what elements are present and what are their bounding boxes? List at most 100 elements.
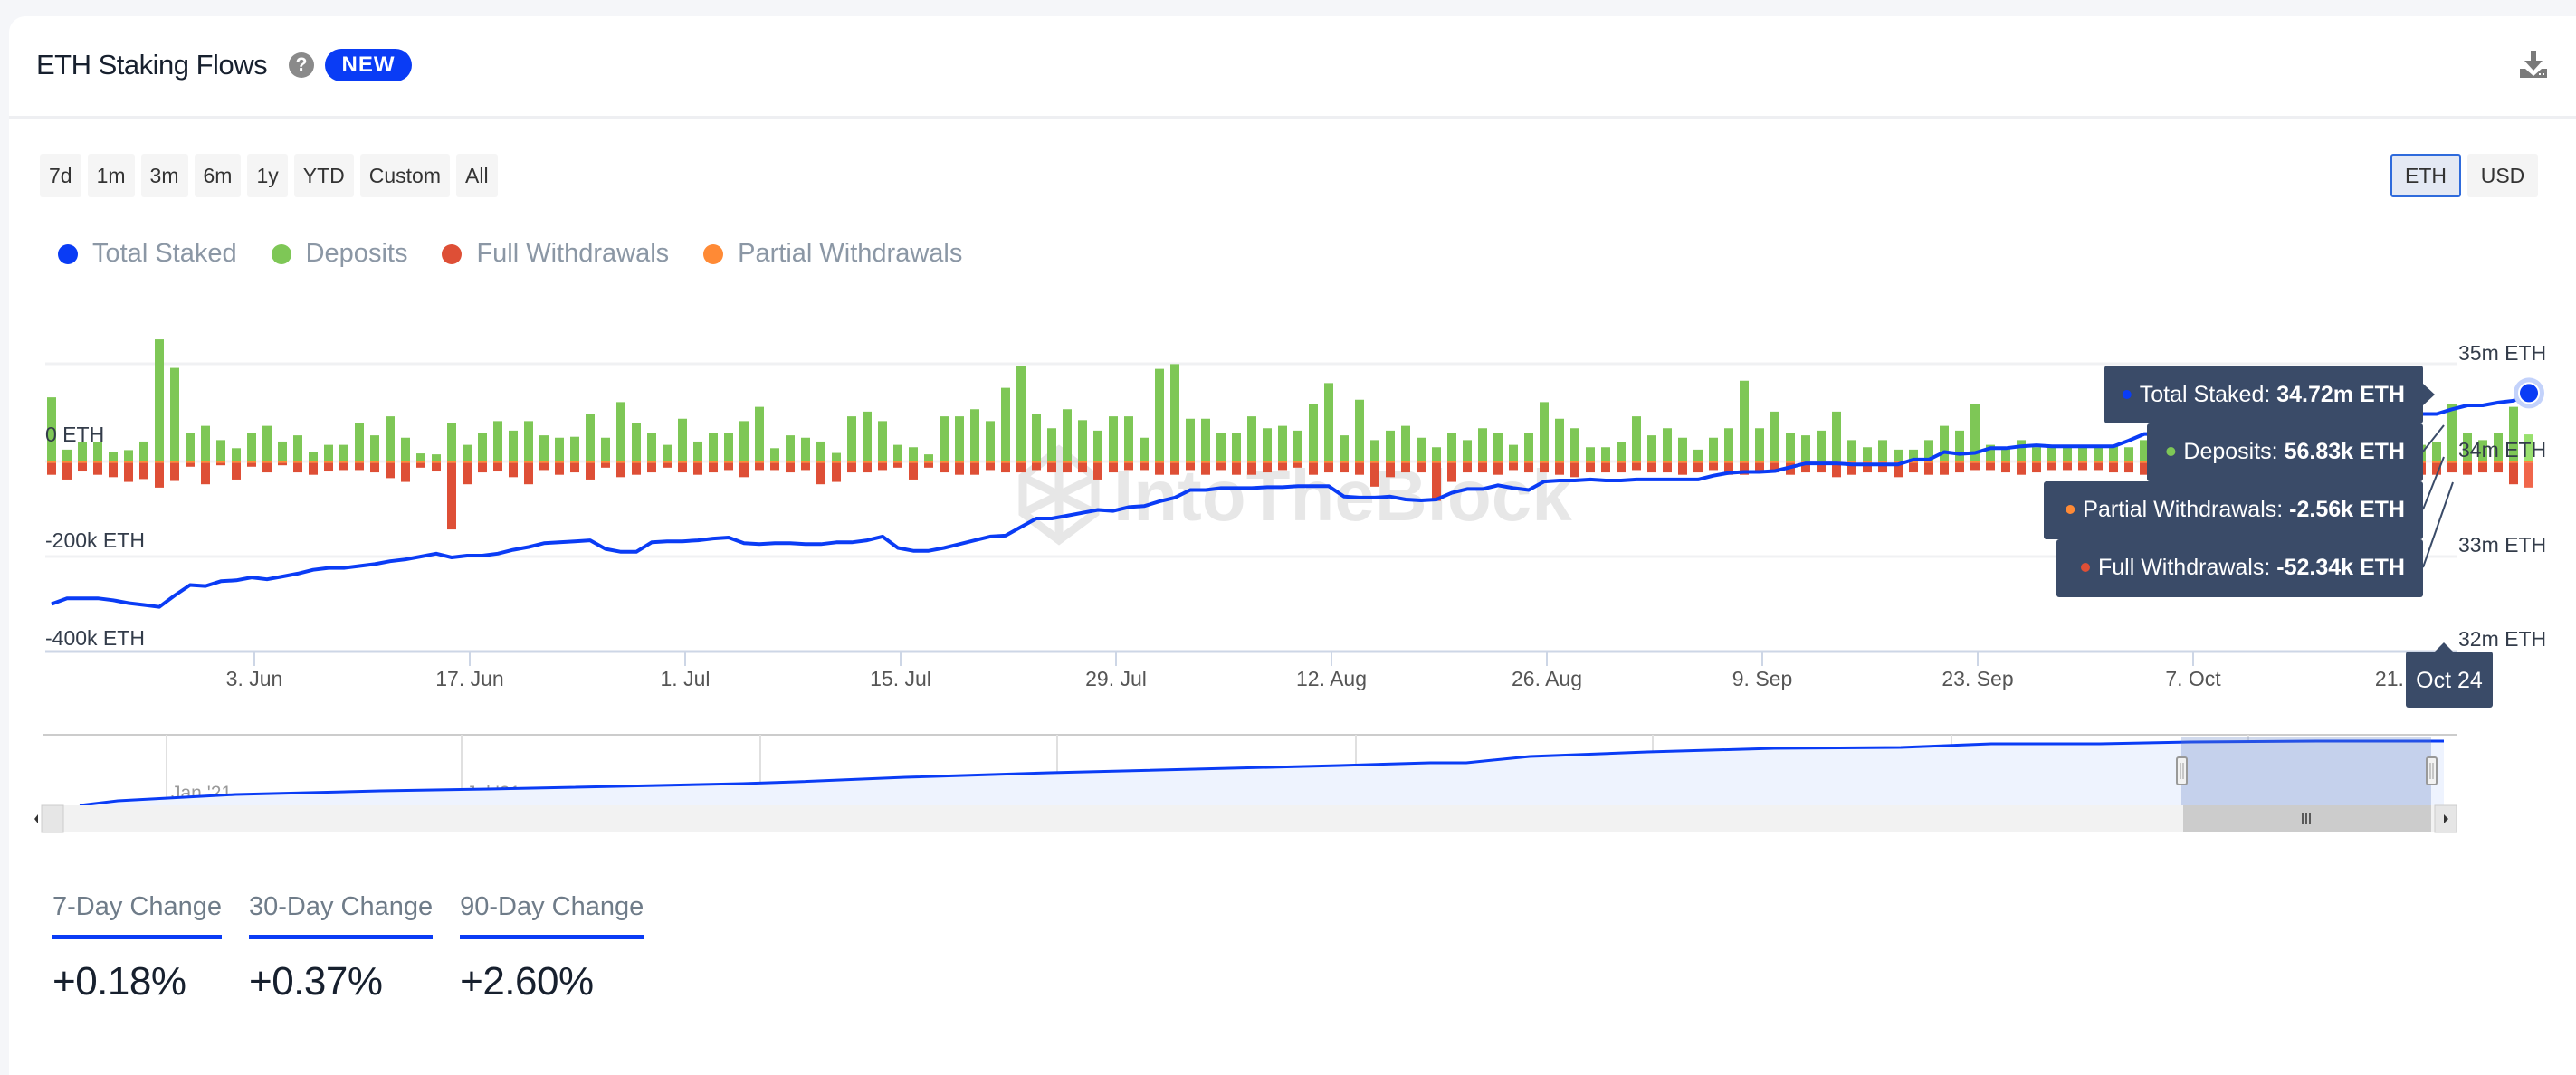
deposit-bar — [1493, 433, 1503, 461]
deposit-bar — [1386, 430, 1395, 461]
x-tick-label: 3. Jun — [226, 667, 283, 690]
partial-withdrawal-bar — [93, 461, 102, 463]
stat-value: +0.37% — [249, 959, 383, 1004]
partial-withdrawal-bar — [678, 461, 687, 463]
navigator[interactable]: Jan '21Jul '21Jan '22Jul '22Jan '23Jul '… — [34, 734, 2457, 833]
date-label-arrow — [2435, 642, 2453, 652]
deposit-bar — [478, 433, 487, 461]
full-withdrawal-bar — [801, 462, 810, 471]
deposit-bar — [863, 411, 872, 461]
full-withdrawal-bar — [232, 462, 241, 480]
deposit-bar — [1340, 435, 1349, 461]
full-withdrawal-bar — [1586, 462, 1595, 473]
deposit-bar — [1401, 425, 1410, 461]
partial-withdrawal-bar — [555, 461, 564, 463]
partial-withdrawal-bar — [1493, 461, 1503, 463]
navigator-handle[interactable] — [2426, 756, 2438, 785]
deposit-bar — [339, 444, 348, 461]
full-withdrawal-bar — [2524, 462, 2533, 488]
partial-withdrawal-bar — [1955, 461, 1964, 463]
scrollbar-thumb[interactable] — [2183, 805, 2431, 832]
full-withdrawal-bar — [1478, 462, 1487, 473]
full-withdrawal-bar — [1016, 462, 1026, 473]
stat-30-day: 30-Day Change +0.37% — [249, 892, 434, 1004]
deposit-bar — [555, 437, 564, 461]
full-withdrawal-bar — [755, 462, 764, 471]
tooltip-arrow — [2423, 384, 2435, 405]
full-withdrawal-bar — [2047, 462, 2056, 471]
deposit-bar — [1324, 383, 1333, 461]
partial-withdrawal-bar — [339, 461, 348, 463]
full-withdrawal-bar — [832, 462, 841, 482]
full-withdrawal-bar — [1617, 462, 1626, 473]
full-withdrawal-bar — [139, 462, 148, 480]
stat-label[interactable]: 90-Day Change — [460, 892, 644, 939]
deposit-bar — [1894, 449, 1903, 461]
partial-withdrawal-bar — [586, 461, 595, 463]
full-withdrawal-bar — [493, 462, 502, 472]
full-withdrawal-bar — [155, 462, 164, 488]
deposit-bar — [1693, 449, 1703, 461]
deposit-bar — [1770, 411, 1779, 461]
partial-withdrawal-bar — [2078, 461, 2087, 463]
full-withdrawal-bar — [1709, 462, 1718, 471]
scroll-left-button[interactable] — [41, 804, 64, 833]
full-withdrawal-bar — [262, 462, 272, 473]
deposit-bar — [1216, 433, 1226, 461]
partial-withdrawal-bar — [539, 461, 549, 463]
tooltip-value: -2.56k ETH — [2289, 497, 2405, 522]
navigator-handle[interactable] — [2176, 756, 2188, 785]
deposit-bar — [616, 402, 625, 461]
deposit-bar — [678, 418, 687, 461]
deposit-bar — [2032, 447, 2041, 461]
partial-withdrawal-bar — [1232, 461, 1241, 463]
full-withdrawal-bar — [109, 462, 118, 478]
deposit-bar — [1632, 416, 1641, 461]
staking-flows-chart[interactable]: IntoTheBlock 0 ETH-200k ETH-400k ETH 35m… — [0, 0, 2576, 869]
partial-withdrawal-bar — [1247, 461, 1256, 463]
deposit-bar — [2017, 440, 2026, 461]
deposit-bar — [109, 452, 118, 461]
stat-label[interactable]: 30-Day Change — [249, 892, 434, 939]
partial-withdrawal-bar — [739, 461, 749, 463]
chevron-left-icon — [34, 814, 38, 823]
full-withdrawal-bar — [1001, 462, 1010, 473]
tooltip-value: 34.72m ETH — [2276, 382, 2405, 407]
deposit-bar — [1617, 442, 1626, 461]
full-withdrawal-bar — [724, 462, 733, 471]
partial-withdrawal-bar — [1586, 461, 1595, 463]
partial-withdrawal-bar — [1663, 461, 1672, 463]
deposit-bar — [786, 435, 795, 461]
deposit-bar — [232, 448, 241, 461]
full-withdrawal-bar — [847, 462, 856, 473]
partial-withdrawal-bar — [755, 461, 764, 463]
full-withdrawal-bar — [1570, 462, 1579, 478]
partial-withdrawal-bar — [1478, 461, 1487, 463]
stat-90-day: 90-Day Change +2.60% — [460, 892, 644, 1004]
deposit-bar — [647, 433, 656, 461]
stat-label[interactable]: 7-Day Change — [52, 892, 222, 939]
tooltip-row: Full Withdrawals: -52.34k ETH — [2098, 555, 2405, 580]
deposit-bar — [1463, 440, 1472, 461]
partial-withdrawal-bar — [1155, 461, 1164, 463]
deposit-bar — [1447, 433, 1456, 461]
full-withdrawal-bar — [1109, 462, 1118, 473]
deposit-bar — [1078, 420, 1087, 461]
x-tick-label: 15. Jul — [870, 667, 931, 690]
tooltip-label: Total Staked: — [2140, 382, 2276, 407]
full-withdrawal-bar — [632, 462, 641, 475]
full-withdrawal-bar — [2494, 462, 2503, 473]
full-withdrawal-bar — [1093, 462, 1102, 480]
deposit-bar — [693, 441, 702, 461]
full-withdrawal-bar — [416, 462, 425, 468]
partial-withdrawal-bar — [1417, 461, 1426, 463]
partial-withdrawal-bar — [863, 461, 872, 463]
deposit-bar — [309, 452, 318, 461]
deposit-bar — [524, 421, 533, 461]
deposit-bar — [893, 444, 902, 461]
full-withdrawal-bar — [893, 462, 902, 468]
full-withdrawal-bar — [278, 462, 287, 466]
partial-withdrawal-bar — [724, 461, 733, 463]
partial-withdrawal-bar — [878, 461, 887, 463]
partial-withdrawal-bar — [463, 461, 472, 463]
